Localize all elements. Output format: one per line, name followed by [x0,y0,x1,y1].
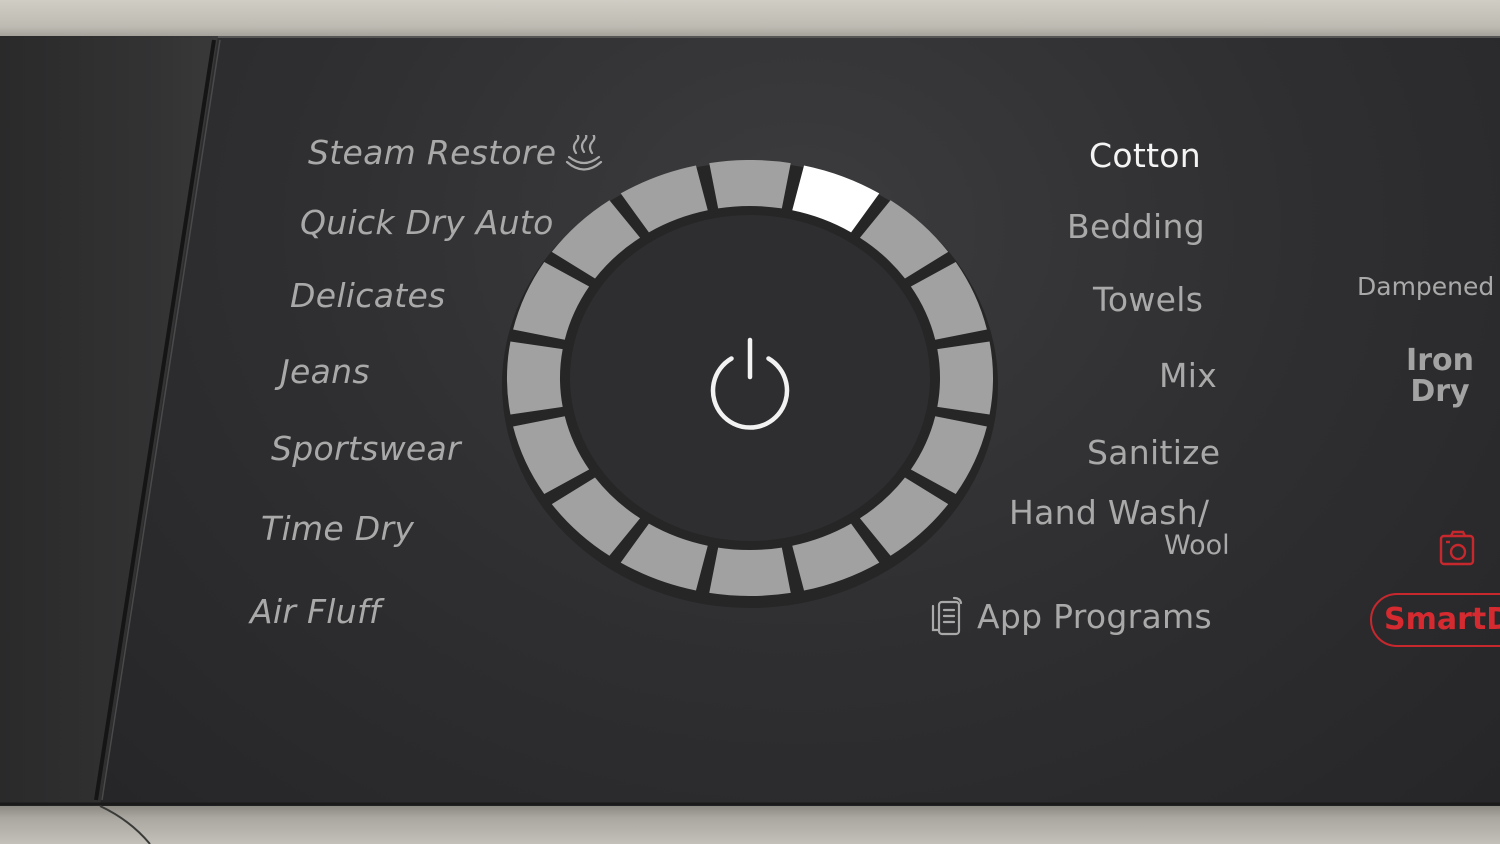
dial-segment [937,341,993,415]
dial-segment [709,547,791,596]
program-sportswear[interactable]: Sportswear [271,429,461,468]
program-towels[interactable]: Towels [1093,280,1203,319]
program-cotton[interactable]: Cotton [1089,136,1201,175]
smart-badge[interactable]: SmartD [1370,593,1500,647]
program-jeans[interactable]: Jeans [280,352,370,391]
program-app-programs[interactable]: App Programs [977,597,1212,636]
program-time-dry[interactable]: Time Dry [261,509,414,548]
dial-segment [507,341,563,415]
program-hand-wash-sublabel: Wool [1164,530,1230,561]
program-delicates[interactable]: Delicates [290,276,446,315]
dial-segment [709,160,791,209]
program-sanitize[interactable]: Sanitize [1087,433,1220,472]
program-dial[interactable] [500,160,1000,610]
program-bedding[interactable]: Bedding [1067,207,1205,246]
option-dampened[interactable]: Dampened [1357,272,1494,301]
program-air-fluff[interactable]: Air Fluff [250,592,381,631]
program-hand-wash[interactable]: Hand Wash/ [1009,493,1209,532]
option-iron-dry[interactable]: Iron Dry [1395,345,1485,407]
appliance-frame-bottom [0,800,1500,844]
camera-icon[interactable] [1437,530,1477,570]
program-mix[interactable]: Mix [1159,356,1217,395]
